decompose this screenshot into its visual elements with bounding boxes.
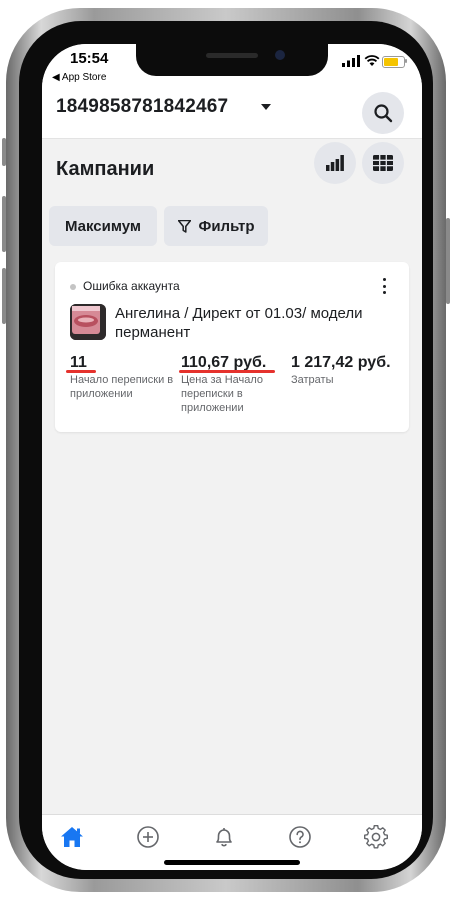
table-view-button[interactable] — [362, 142, 404, 184]
objective-chip[interactable]: Максимум — [49, 206, 157, 246]
cellular-signal-icon — [342, 55, 360, 67]
search-button[interactable] — [362, 92, 404, 134]
battery-tip — [405, 59, 407, 63]
annotation-underline — [179, 370, 275, 373]
metric-amount-spent: 1 217,42 руб. Затраты — [291, 354, 403, 387]
top-header: 1849858781842467 — [42, 92, 422, 139]
metric-label: Цена за Начало переписки в приложении — [181, 374, 264, 414]
tab-home[interactable] — [58, 823, 86, 851]
tab-notifications[interactable] — [210, 823, 238, 851]
back-to-app-store-link[interactable]: ◀ App Store — [52, 72, 106, 83]
search-icon — [374, 104, 393, 123]
screen: 15:54 ◀ App Store 1849858781842467 Кампа… — [42, 44, 422, 870]
ad-preview-image — [70, 304, 106, 340]
speaker-grille — [206, 53, 258, 58]
gear-icon — [364, 825, 388, 849]
bell-icon — [216, 828, 232, 847]
page-title: Кампании — [56, 158, 155, 180]
campaign-thumbnail — [70, 304, 106, 340]
plus-circle-icon — [137, 826, 159, 848]
notch — [136, 44, 328, 76]
front-camera — [275, 50, 285, 60]
metric-label: Затраты — [291, 374, 334, 386]
power-button — [446, 218, 450, 304]
metric-cost-per-conversation: 110,67 руб. Цена за Начало переписки в п… — [181, 354, 281, 415]
status-dot — [70, 284, 76, 290]
filter-button[interactable]: Фильтр — [164, 206, 268, 246]
table-icon — [373, 155, 393, 171]
bar-chart-icon — [326, 155, 344, 171]
filter-icon — [177, 219, 191, 233]
campaign-status: Ошибка аккаунта — [83, 279, 180, 293]
metric-label: Начало переписки в приложении — [70, 374, 174, 400]
battery-level — [384, 58, 398, 66]
chevron-down-icon[interactable] — [261, 104, 271, 110]
filter-button-label: Фильтр — [198, 217, 255, 235]
tab-help[interactable] — [286, 823, 314, 851]
tab-create[interactable] — [134, 823, 162, 851]
campaign-card[interactable]: Ошибка аккаунта Ангелина / Директ от 01.… — [55, 262, 409, 432]
metric-conversations: 11 Начало переписки в приложении — [70, 354, 175, 401]
metric-value: 1 217,42 руб. — [291, 354, 391, 371]
home-icon — [61, 827, 83, 847]
tab-settings[interactable] — [362, 823, 390, 851]
home-indicator — [164, 860, 300, 865]
wifi-icon — [364, 55, 380, 66]
account-selector[interactable]: 1849858781842467 — [56, 96, 228, 118]
insights-chart-button[interactable] — [314, 142, 356, 184]
status-time: 15:54 — [70, 50, 109, 67]
help-icon — [289, 826, 311, 848]
more-options-icon[interactable] — [381, 278, 387, 294]
campaign-name[interactable]: Ангелина / Директ от 01.03/ модели перма… — [115, 304, 405, 342]
annotation-underline — [66, 370, 96, 373]
battery-icon — [382, 56, 405, 68]
objective-chip-label: Максимум — [64, 217, 142, 235]
